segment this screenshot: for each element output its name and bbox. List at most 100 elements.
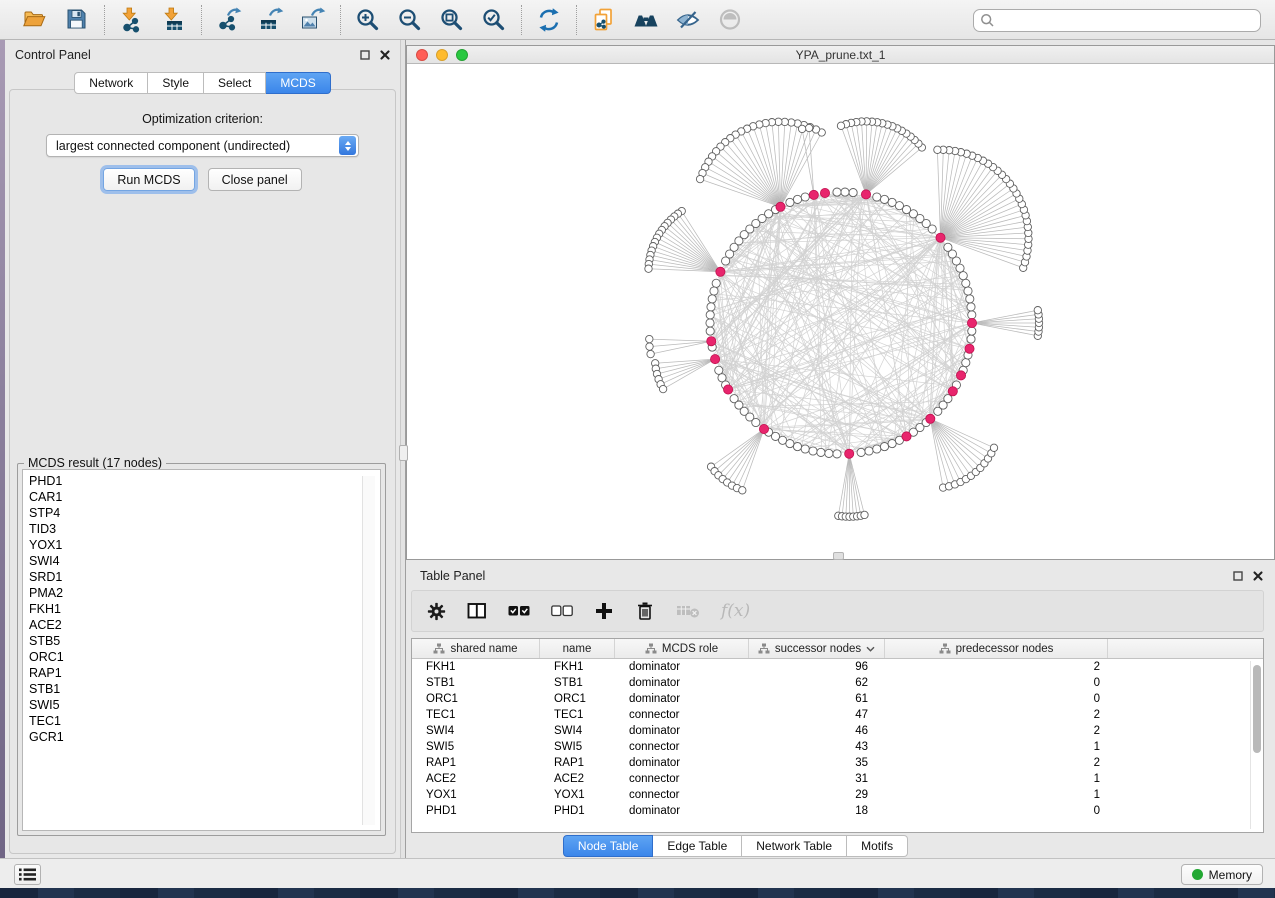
criterion-select[interactable]: largest connected component (undirected) [46,134,359,157]
open-file-button[interactable] [20,5,50,35]
mcds-result-item[interactable]: GCR1 [29,729,380,745]
table-row[interactable]: STB1STB1dominator620 [412,675,1263,691]
node-table[interactable]: shared namenameMCDS rolesuccessor nodesp… [411,638,1264,833]
mcds-list-scrollbar[interactable] [362,476,375,825]
table-row[interactable]: PHD1PHD1dominator180 [412,803,1263,819]
table-row[interactable]: TEC1TEC1connector472 [412,707,1263,723]
vertical-splitter[interactable] [400,40,406,858]
search-box[interactable] [973,9,1261,32]
mcds-result-item[interactable]: SWI4 [29,553,380,569]
cell-successor-nodes: 35 [749,755,885,771]
mcds-result-item[interactable]: RAP1 [29,665,380,681]
cell-MCDS-role: connector [615,707,749,723]
export-network-icon [216,7,242,33]
run-mcds-button[interactable]: Run MCDS [103,168,194,191]
column-namespace-icon [645,643,657,654]
mcds-result-item[interactable]: SWI5 [29,697,380,713]
maximize-window-icon[interactable] [456,49,468,61]
tab-style[interactable]: Style [148,72,204,94]
horizontal-splitter[interactable] [833,552,844,560]
mcds-result-item[interactable]: SRD1 [29,569,380,585]
zoom-in-icon [355,7,381,33]
mcds-result-item[interactable]: CAR1 [29,489,380,505]
mcds-result-item[interactable]: FKH1 [29,601,380,617]
apply-layout-button[interactable] [534,5,564,35]
column-header-MCDS-role[interactable]: MCDS role [615,639,749,658]
import-network-button[interactable] [117,5,147,35]
table-header: shared namenameMCDS rolesuccessor nodesp… [412,639,1263,659]
delete-column-icon [636,601,654,621]
clear-table-button [676,600,700,622]
add-column-button[interactable] [594,600,614,622]
tab-select[interactable]: Select [204,72,266,94]
tab-motifs[interactable]: Motifs [847,835,908,857]
cell-MCDS-role: dominator [615,723,749,739]
cell-name: ACE2 [540,771,615,787]
mcds-result-item[interactable]: TEC1 [29,713,380,729]
zoom-in-button[interactable] [353,5,383,35]
tab-network[interactable]: Network [74,72,148,94]
export-table-button[interactable] [256,5,286,35]
zoom-selected-button[interactable] [479,5,509,35]
zoom-fit-button[interactable] [437,5,467,35]
table-row[interactable]: SWI5SWI5connector431 [412,739,1263,755]
first-neighbors-button[interactable] [631,5,661,35]
table-body: FKH1FKH1dominator962STB1STB1dominator620… [412,659,1263,832]
zoom-out-button[interactable] [395,5,425,35]
mcds-result-item[interactable]: STB1 [29,681,380,697]
table-row[interactable]: ACE2ACE2connector311 [412,771,1263,787]
splitter-handle[interactable] [399,445,408,461]
select-all-rows-icon [508,605,530,617]
scrollbar-thumb[interactable] [1253,665,1261,753]
table-row[interactable]: FKH1FKH1dominator962 [412,659,1263,675]
task-history-button[interactable] [14,864,41,885]
deselect-all-rows-button[interactable] [551,600,573,622]
table-row[interactable]: RAP1RAP1dominator352 [412,755,1263,771]
close-table-panel-icon[interactable] [1252,571,1263,582]
column-header-successor-nodes[interactable]: successor nodes [749,639,885,658]
column-header-predecessor-nodes[interactable]: predecessor nodes [885,639,1108,658]
mcds-result-item[interactable]: TID3 [29,521,380,537]
mcds-result-item[interactable]: STB5 [29,633,380,649]
search-input[interactable] [995,13,1254,29]
delete-column-button[interactable] [635,600,655,622]
mcds-result-item[interactable]: PMA2 [29,585,380,601]
mcds-result-item[interactable]: ORC1 [29,649,380,665]
mcds-result-item[interactable]: STP4 [29,505,380,521]
select-all-rows-button[interactable] [508,600,530,622]
mcds-result-item[interactable]: PHD1 [29,473,380,489]
hide-selected-button[interactable] [673,5,703,35]
tab-edge-table[interactable]: Edge Table [653,835,742,857]
table-row[interactable]: YOX1YOX1connector291 [412,787,1263,803]
right-column: YPA_prune.txt_1 Table Panel f(x) [406,40,1275,858]
tab-network-table[interactable]: Network Table [742,835,847,857]
close-panel-icon[interactable] [379,50,390,61]
export-network-button[interactable] [214,5,244,35]
tab-mcds[interactable]: MCDS [266,72,330,94]
table-scrollbar[interactable] [1250,661,1262,829]
table-settings-icon [427,602,446,621]
tab-node-table[interactable]: Node Table [563,835,654,857]
column-header-name[interactable]: name [540,639,615,658]
table-settings-button[interactable] [426,600,446,622]
export-image-button[interactable] [298,5,328,35]
minimize-window-icon[interactable] [436,49,448,61]
mcds-result-list[interactable]: PHD1CAR1STP4TID3YOX1SWI4SRD1PMA2FKH1ACE2… [22,469,381,831]
close-panel-button[interactable]: Close panel [208,168,302,191]
close-window-icon[interactable] [416,49,428,61]
save-session-button[interactable] [62,5,92,35]
clone-network-button[interactable] [589,5,619,35]
network-canvas[interactable] [407,64,1274,559]
memory-button[interactable]: Memory [1181,864,1263,885]
mcds-result-item[interactable]: YOX1 [29,537,380,553]
import-table-icon [161,7,187,33]
table-row[interactable]: SWI4SWI4dominator462 [412,723,1263,739]
table-row[interactable]: ORC1ORC1dominator610 [412,691,1263,707]
float-table-panel-icon[interactable] [1232,571,1243,582]
toggle-column-panel-button[interactable] [467,600,487,622]
import-table-button[interactable] [159,5,189,35]
mcds-result-item[interactable]: ACE2 [29,617,380,633]
column-header-shared-name[interactable]: shared name [412,639,540,658]
float-panel-icon[interactable] [359,50,370,61]
deselect-all-rows-icon [551,605,573,617]
